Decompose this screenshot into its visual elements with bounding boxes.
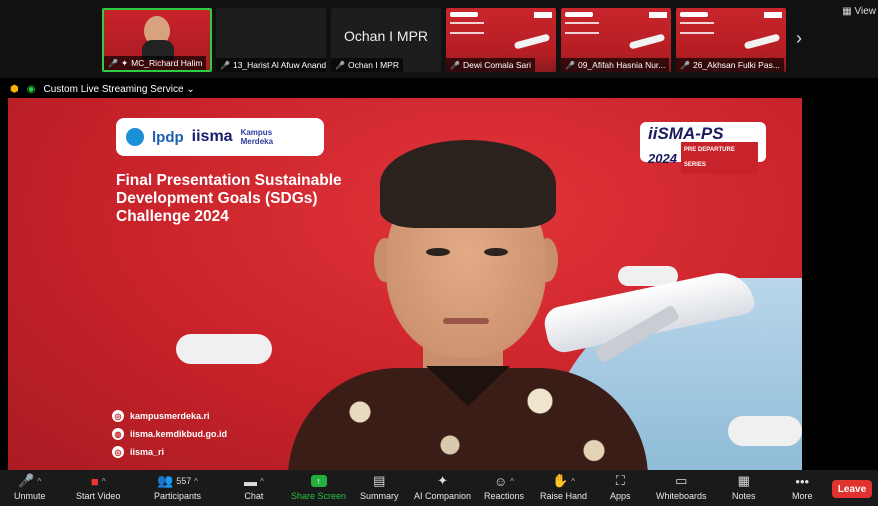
iisma-ps-logo: iiSMA-PS 2024 PRE DEPARTURE SERIES [640, 122, 766, 174]
chat-button[interactable]: ▬ ^ Chat [244, 470, 264, 506]
cloud-graphic [728, 416, 802, 446]
chat-icon: ▬ [244, 473, 257, 489]
ai-companion-button[interactable]: ✦ AI Companion [414, 470, 471, 506]
tile-name-label: 🎤 Dewi Comala Sari [446, 58, 535, 72]
instagram-icon: ◎ [112, 410, 124, 422]
thumb-logo [450, 12, 478, 17]
speaker-eye-right [484, 248, 508, 256]
muted-mic-icon: 🎤 [565, 60, 575, 70]
lpdp-logo: lpdp [152, 128, 184, 146]
iisma-logo: iisma [191, 128, 233, 145]
tile-name-label: 🎤13_Harist Al Afuw Anandi_... [216, 58, 326, 72]
participant-gallery: 🎤 ✦ MC_Richard Halim 🎤 13_Harist Al Afuw An… [0, 0, 878, 78]
video-tile-akhsan[interactable]: 🎤 26_Akhsan Fulki Pas... [676, 8, 786, 72]
grid-icon: ▦ [842, 6, 852, 17]
notes-button[interactable]: ▦ Notes [732, 470, 756, 506]
social-website: ◍ iisma.kemdikbud.go.id [112, 428, 227, 440]
chevron-up-icon[interactable]: ^ [194, 477, 198, 486]
tile-name-label: 🎤 26_Akhsan Fulki Pas... [676, 58, 784, 72]
summary-button[interactable]: ▤ Summary [360, 470, 399, 506]
speaker-person [288, 118, 648, 470]
thumb-badge [764, 12, 782, 18]
sparkle-icon: ✦ [437, 473, 448, 488]
globe-icon: ◍ [112, 428, 124, 440]
notes-icon: ▦ [737, 473, 750, 488]
tile-name-label: 🎤 ✦ MC_Richard Halim [104, 56, 207, 70]
chevron-up-icon[interactable]: ^ [510, 477, 514, 486]
video-tile-harist[interactable]: 🎤13_Harist Al Afuw Anandi_... [216, 8, 326, 72]
muted-mic-icon: 🎤 [335, 60, 345, 70]
social-instagram-kampusmerdeka: ◎ kampusmerdeka.ri [112, 410, 210, 422]
video-tile-afifah[interactable]: 🎤 09_Afifah Hasnia Nur... [561, 8, 671, 72]
chevron-up-icon[interactable]: ^ [37, 477, 41, 486]
speaker-hair [380, 140, 556, 228]
more-icon: ••• [795, 473, 810, 489]
instagram-icon: ◎ [112, 446, 124, 458]
chevron-down-icon: ⌄ [186, 83, 195, 95]
more-button[interactable]: ••• More [792, 470, 813, 506]
muted-mic-icon: 🎤 [108, 58, 118, 68]
whiteboards-button[interactable]: ▭ Whiteboards [656, 470, 707, 506]
chevron-right-icon[interactable]: › [796, 28, 802, 49]
muted-mic-icon: 🎤 [680, 60, 690, 70]
share-screen-button[interactable]: ↑ Share Screen [291, 470, 346, 506]
thumb-title [450, 22, 484, 34]
share-screen-icon: ↑ [310, 475, 327, 487]
meeting-toolbar: 🎤 ^ Unmute ■ ^ Start Video 👥 557 ^ Participa… [0, 470, 878, 506]
apps-icon: ⛶ [615, 473, 625, 488]
thumb-logo [680, 12, 708, 17]
tile-name-label: 🎤 Ochan I MPR [331, 58, 403, 72]
video-off-icon: ■ [90, 473, 99, 489]
thumb-logo [565, 12, 593, 17]
thumb-badge [649, 12, 667, 18]
participants-button[interactable]: 👥 557 ^ Participants [154, 470, 201, 506]
whiteboard-icon: ▭ [675, 473, 688, 488]
leave-button[interactable]: Leave [832, 480, 872, 498]
kemdikbud-logo [126, 128, 144, 146]
active-speaker-video: lpdp iisma Kampus Merdeka iiSMA-PS 2024 PR… [8, 98, 802, 470]
pin-icon: ✦ [120, 57, 129, 68]
thumb-plane [628, 33, 666, 50]
thumb-badge [534, 12, 552, 18]
thumb-title [680, 22, 714, 34]
meeting-status-bar: ⬢ ◉ Custom Live Streaming Service ⌄ [0, 80, 878, 98]
speaker-eye-left [426, 248, 450, 256]
unmute-button[interactable]: 🎤 ^ Unmute [14, 470, 46, 506]
view-button[interactable]: ▦ View [842, 6, 876, 17]
chevron-up-icon[interactable]: ^ [102, 477, 106, 486]
video-tile-richard-halim[interactable]: 🎤 ✦ MC_Richard Halim [102, 8, 212, 72]
tile-name-label: 🎤 09_Afifah Hasnia Nur... [561, 58, 670, 72]
live-stream-menu[interactable]: Custom Live Streaming Service ⌄ [43, 84, 194, 95]
muted-mic-icon: 🎤 [220, 60, 230, 70]
thumb-plane [513, 33, 551, 50]
start-video-button[interactable]: ■ ^ Start Video [76, 470, 120, 506]
muted-mic-icon: 🎤 [450, 60, 460, 70]
raise-hand-button[interactable]: ✋ ^ Raise Hand [540, 470, 587, 506]
video-tile-dewi[interactable]: 🎤 Dewi Comala Sari [446, 8, 556, 72]
speaker-mouth [443, 318, 489, 324]
hand-icon: ✋ [552, 473, 569, 488]
muted-mic-icon: 🎤 [18, 473, 35, 488]
participants-count: 557 [176, 476, 192, 486]
emoji-icon: ☺ [493, 473, 508, 489]
thumb-plane [743, 33, 781, 50]
reactions-button[interactable]: ☺ ^ Reactions [484, 470, 524, 506]
shield-icon[interactable]: ⬢ [10, 84, 19, 95]
apps-button[interactable]: ⛶ Apps [610, 470, 631, 506]
kampus-merdeka-logo: Kampus Merdeka [240, 128, 274, 146]
live-stream-icon: ◉ [26, 83, 36, 95]
tile-center-name: Ochan I MPR [343, 28, 429, 44]
chevron-up-icon[interactable]: ^ [571, 477, 575, 486]
chevron-up-icon[interactable]: ^ [260, 477, 264, 486]
thumb-title [565, 22, 599, 34]
cloud-graphic [176, 334, 272, 364]
social-instagram-iisma: ◎ iisma_ri [112, 446, 164, 458]
participants-icon: 👥 [157, 473, 174, 488]
video-tile-ochan[interactable]: Ochan I MPR 🎤 Ochan I MPR [331, 8, 441, 72]
summary-icon: ▤ [373, 473, 386, 488]
